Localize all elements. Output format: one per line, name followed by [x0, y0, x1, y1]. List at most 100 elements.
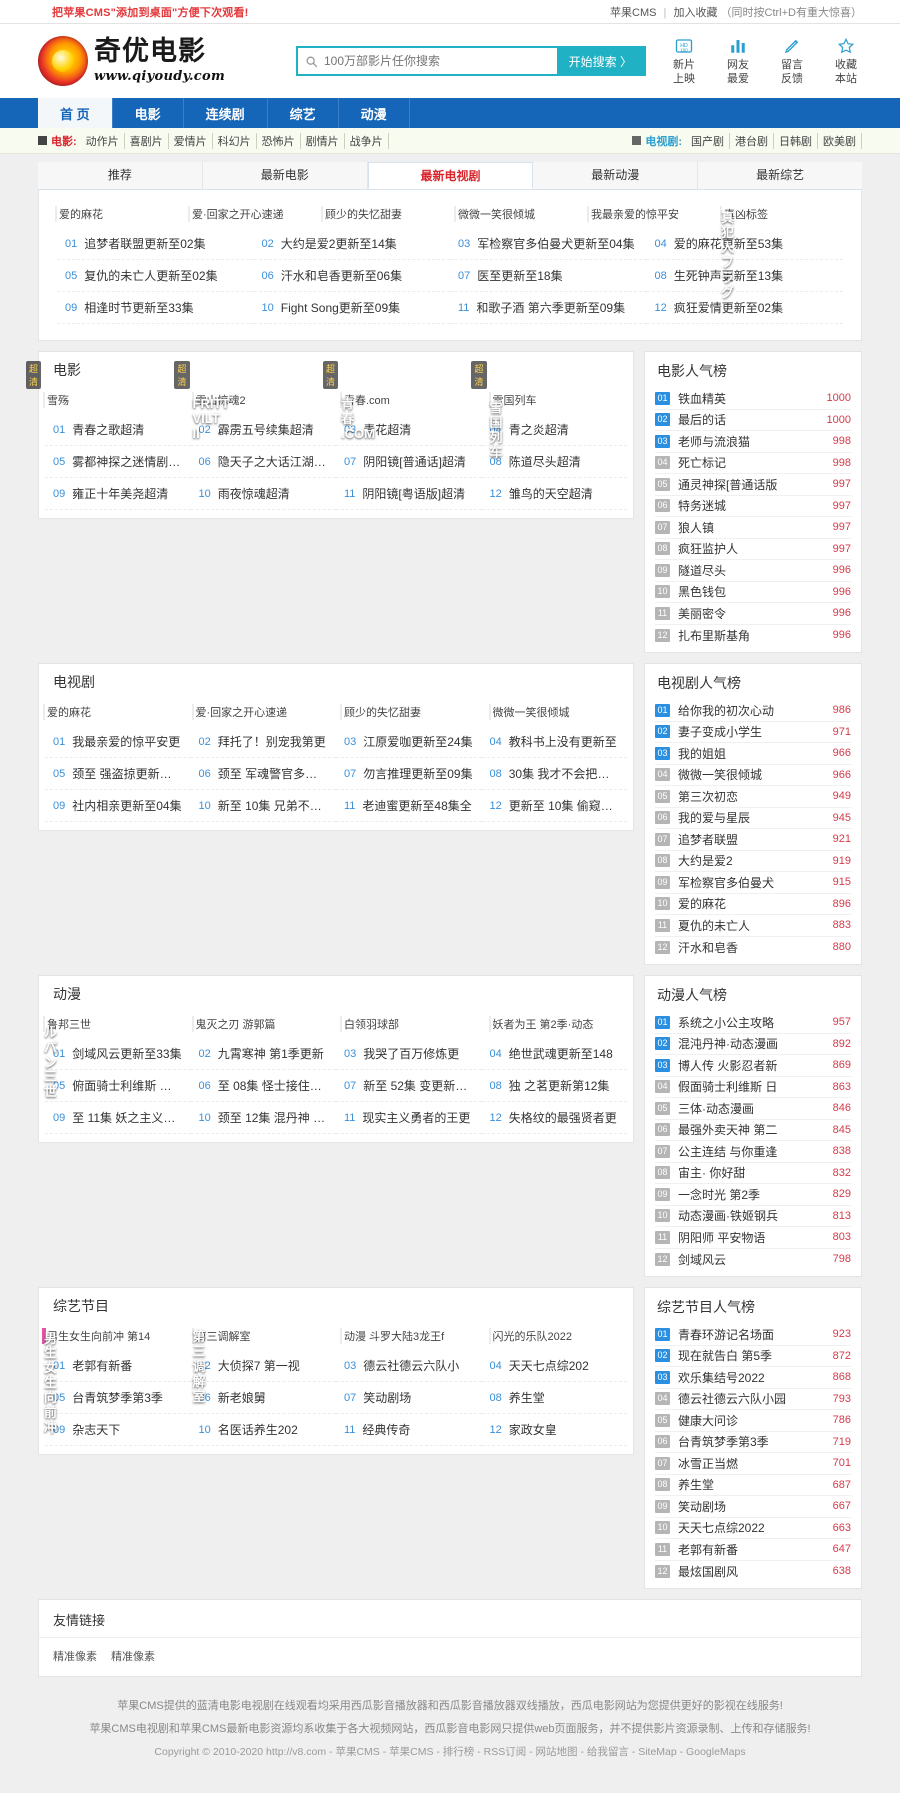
- list-item[interactable]: 08陈道尽头超清: [482, 446, 628, 478]
- brand-link[interactable]: 苹果CMS: [610, 7, 656, 19]
- subnav-movie-comedy[interactable]: 喜剧片: [125, 133, 169, 149]
- rank-row[interactable]: 04德云社德云六队小园793: [655, 1389, 851, 1411]
- rank-row[interactable]: 07公主连结 与你重逢838: [655, 1141, 851, 1163]
- rank-row[interactable]: 08大约是爱2919: [655, 851, 851, 873]
- subnav-tv-hktw[interactable]: 港台剧: [730, 133, 774, 149]
- list-item[interactable]: 03军检察官多伯曼犬更新至04集: [450, 228, 647, 260]
- list-item[interactable]: 10颈至 12集 混丹神 动态更新更: [191, 1102, 337, 1134]
- rank-row[interactable]: 03欢乐集结号2022868: [655, 1367, 851, 1389]
- rank-row[interactable]: 11夏仇的未亡人883: [655, 915, 851, 937]
- tab-latest-variety[interactable]: 最新综艺: [698, 162, 862, 189]
- quicklink-most-loved[interactable]: 网友 最爱: [718, 36, 758, 87]
- rank-row[interactable]: 10天天七点综2022663: [655, 1518, 851, 1540]
- rank-row[interactable]: 02妻子变成小学生971: [655, 722, 851, 744]
- poster-card[interactable]: 更新至34集 动漫 斗罗大陆3龙王f: [340, 1328, 481, 1344]
- rank-row[interactable]: 07冰雪正当燃701: [655, 1453, 851, 1475]
- rank-row[interactable]: 10爱的麻花896: [655, 894, 851, 916]
- rank-row[interactable]: 03博人传 火影忍者新869: [655, 1055, 851, 1077]
- list-item[interactable]: 05雾都神探之迷情剧超清: [45, 446, 191, 478]
- list-item[interactable]: 01我最亲爱的惊平安更: [45, 726, 191, 758]
- tab-recommend[interactable]: 推荐: [38, 162, 203, 189]
- search-input[interactable]: [324, 48, 557, 74]
- rank-row[interactable]: 09隧道尽头996: [655, 560, 851, 582]
- quicklink-feedback[interactable]: 留言 反馈: [772, 36, 812, 87]
- list-item[interactable]: 08独 之茗更新第12集: [482, 1070, 628, 1102]
- poster-card[interactable]: 更新至12集 妖者为王 第2季·动态: [489, 1016, 630, 1032]
- rank-row[interactable]: 10黑色钱包996: [655, 582, 851, 604]
- friendly-link[interactable]: 精准像素: [111, 1648, 155, 1664]
- poster-card[interactable]: 男生女生向前冲 更新至20220314期 男生女生向前冲 第14: [43, 1328, 184, 1344]
- rank-row[interactable]: 02混沌丹神·动态漫画892: [655, 1034, 851, 1056]
- list-item[interactable]: 10雨夜惊魂超清: [191, 478, 337, 510]
- list-item[interactable]: 08生死钟声更新至13集: [647, 260, 844, 292]
- poster-card[interactable]: 更新至1538集 爱·回家之开心速递: [188, 206, 313, 222]
- rank-row[interactable]: 09一念时光 第2季829: [655, 1184, 851, 1206]
- list-item[interactable]: 12失格纹的最强贤者更: [482, 1102, 628, 1134]
- rank-row[interactable]: 01系统之小公主攻略957: [655, 1012, 851, 1034]
- list-item[interactable]: 01青春之歌超清: [45, 414, 191, 446]
- rank-row[interactable]: 02最后的话1000: [655, 410, 851, 432]
- rank-row[interactable]: 04微微一笑很倾城966: [655, 765, 851, 787]
- poster-card[interactable]: 更新至08集 顾少的失忆甜妻: [340, 704, 481, 720]
- nav-item-variety[interactable]: 综艺: [268, 98, 339, 128]
- poster-card[interactable]: 更新至30集全 微微一笑很倾城: [454, 206, 579, 222]
- list-item[interactable]: 11和歌子酒 第六季更新至09集: [450, 292, 647, 324]
- list-item[interactable]: 02大约是爱2更新至14集: [254, 228, 451, 260]
- rank-row[interactable]: 11老郭有新番647: [655, 1539, 851, 1561]
- poster-card[interactable]: 更新至30集全 微微一笑很倾城: [489, 704, 630, 720]
- list-item[interactable]: 07笑动剧场: [336, 1382, 482, 1414]
- desktop-shortcut-promo[interactable]: 把苹果CMS"添加到桌面"方便下次观看!: [52, 4, 249, 20]
- tab-latest-anime[interactable]: 最新动漫: [533, 162, 698, 189]
- list-item[interactable]: 04教科书上没有更新至: [482, 726, 628, 758]
- subnav-tv-jpkr[interactable]: 日韩剧: [774, 133, 818, 149]
- rank-row[interactable]: 05健康大问诊786: [655, 1410, 851, 1432]
- rank-row[interactable]: 06特务迷城997: [655, 496, 851, 518]
- list-item[interactable]: 07阴阳镜[普通话]超清: [336, 446, 482, 478]
- poster-card[interactable]: 第三调解室 更新至20220314期 第三调解室: [192, 1328, 333, 1344]
- rank-row[interactable]: 08宙主· 你好甜832: [655, 1163, 851, 1185]
- list-item[interactable]: 10名医话养生202: [191, 1414, 337, 1446]
- list-item[interactable]: 08养生堂: [482, 1382, 628, 1414]
- list-item[interactable]: 03江原爱咖更新至24集: [336, 726, 482, 758]
- rank-row[interactable]: 01青春环游记名场面923: [655, 1324, 851, 1346]
- rank-row[interactable]: 05通灵神探[普通话版997: [655, 474, 851, 496]
- subnav-movie-romance[interactable]: 爱情片: [169, 133, 213, 149]
- list-item[interactable]: 11经典传奇: [336, 1414, 482, 1446]
- list-item[interactable]: 04青之炎超清: [482, 414, 628, 446]
- list-item[interactable]: 03我哭了百万修炼更: [336, 1038, 482, 1070]
- list-item[interactable]: 11阴阳镜[粤语版]超清: [336, 478, 482, 510]
- list-item[interactable]: 05复仇的未亡人更新至02集: [57, 260, 254, 292]
- rank-row[interactable]: 03老师与流浪猫998: [655, 431, 851, 453]
- list-item[interactable]: 12疯狂爱情更新至02集: [647, 292, 844, 324]
- rank-row[interactable]: 01铁血精英1000: [655, 388, 851, 410]
- rank-row[interactable]: 04死亡标记998: [655, 453, 851, 475]
- poster-card[interactable]: 更新至53集 爱的麻花: [55, 206, 180, 222]
- list-item[interactable]: 12家政女皇: [482, 1414, 628, 1446]
- rank-row[interactable]: 02现在就告白 第5季872: [655, 1346, 851, 1368]
- rank-row[interactable]: 01给你我的初次心动986: [655, 700, 851, 722]
- list-item[interactable]: 06至 08集 怪士接住，人设不更: [191, 1070, 337, 1102]
- subnav-tv-western[interactable]: 欧美剧: [818, 133, 862, 149]
- poster-card[interactable]: 真犯人フラグ 更新至19集 真凶标签: [720, 206, 845, 222]
- rank-row[interactable]: 04假面骑士利维斯 日863: [655, 1077, 851, 1099]
- poster-card[interactable]: 更新至20220314期 闪光的乐队2022: [489, 1328, 630, 1344]
- rank-row[interactable]: 06台青筑梦季第3季719: [655, 1432, 851, 1454]
- subnav-tv-domestic[interactable]: 国产剧: [686, 133, 730, 149]
- rank-row[interactable]: 03我的姐姐966: [655, 743, 851, 765]
- list-item[interactable]: 06隐天子之大话江湖超清: [191, 446, 337, 478]
- list-item[interactable]: 06汗水和皂香更新至06集: [254, 260, 451, 292]
- rank-row[interactable]: 11阴阳师 平安物语803: [655, 1227, 851, 1249]
- poster-card[interactable]: 更新至02集 鬼灭之刃 游郭篇: [192, 1016, 333, 1032]
- list-item[interactable]: 04天天七点综202: [482, 1350, 628, 1382]
- poster-card[interactable]: 更新至30集 我最亲爱的惊平安: [587, 206, 712, 222]
- rank-row[interactable]: 07狼人镇997: [655, 517, 851, 539]
- tab-latest-tv[interactable]: 最新电视剧: [368, 162, 534, 189]
- add-favorite-link[interactable]: 加入收藏: [673, 7, 717, 19]
- quicklink-new-release[interactable]: HD 100 新片 上映: [664, 36, 704, 87]
- list-item[interactable]: 10Fight Song更新至09集: [254, 292, 451, 324]
- list-item[interactable]: 12更新至 10集 偷窥手机更新至10集: [482, 790, 628, 822]
- site-logo[interactable]: 奇优电影 www.qiyoudy.com: [38, 36, 288, 86]
- list-item[interactable]: 04绝世武魂更新至148: [482, 1038, 628, 1070]
- list-item[interactable]: 09杂志天下: [45, 1414, 191, 1446]
- list-item[interactable]: 10新至 10集 兄弟不可能让更: [191, 790, 337, 822]
